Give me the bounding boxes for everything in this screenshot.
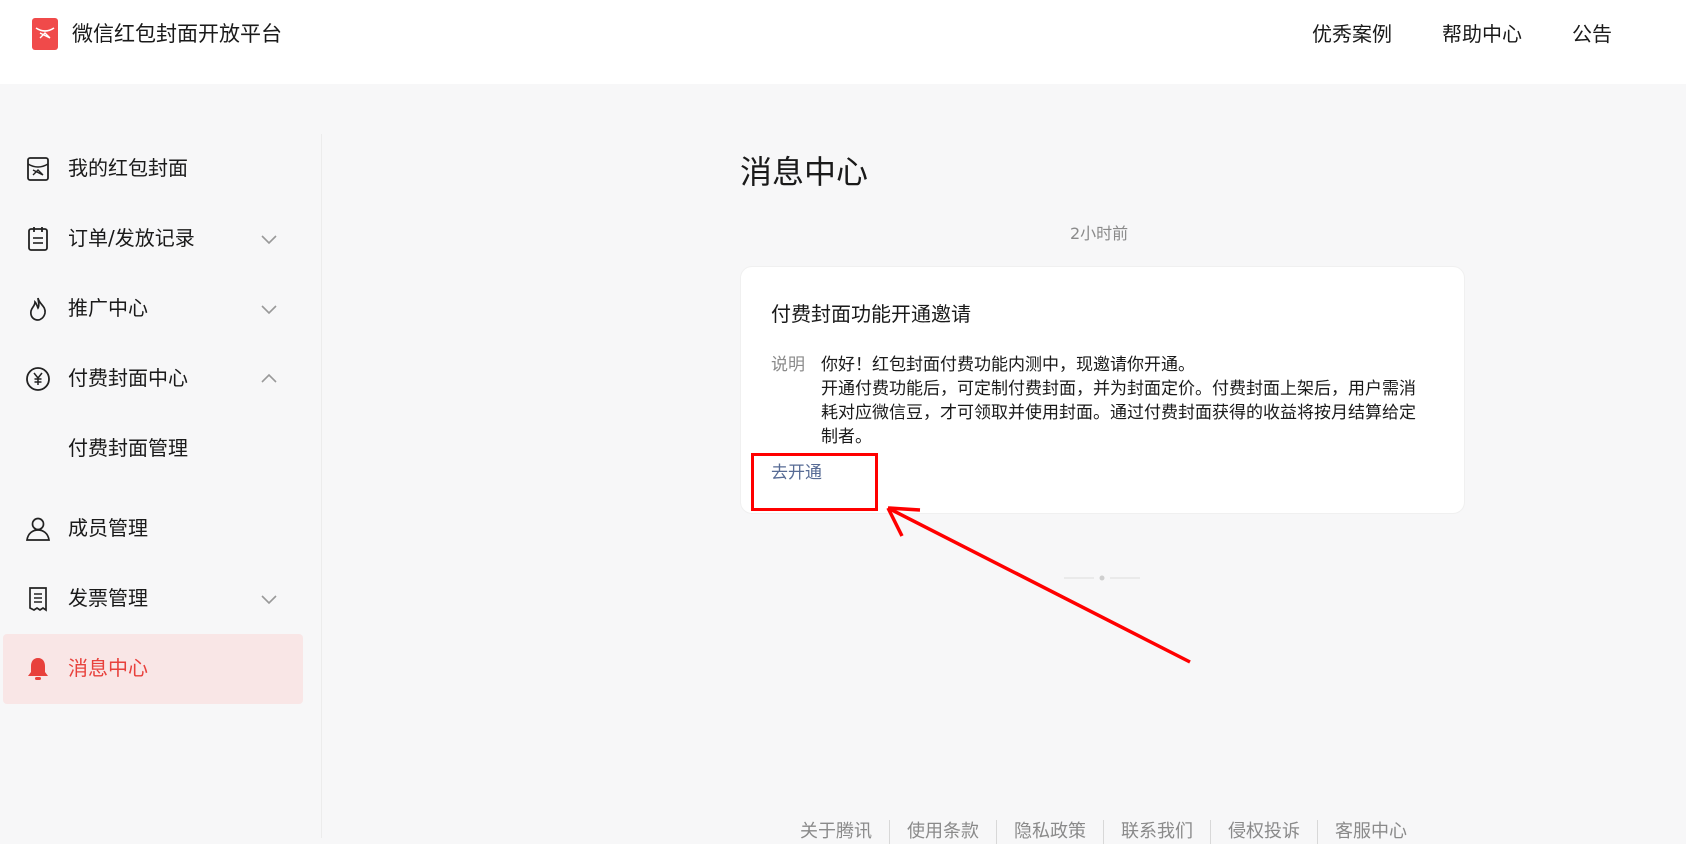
page-title: 消息中心	[740, 153, 869, 191]
sidebar-item-label: 发票管理	[68, 586, 148, 610]
logo-icon[interactable]	[32, 18, 58, 50]
footer-link-infringement[interactable]: 侵权投诉	[1210, 820, 1317, 844]
sidebar-item-messages[interactable]: 消息中心	[3, 634, 303, 704]
nav-showcase-link[interactable]: 优秀案例	[1312, 20, 1392, 48]
yen-icon	[26, 367, 50, 391]
sidebar: 我的红包封面 订单/发放记录 推广中心 付费封面中心 付费封面管理 成员管理 发…	[0, 134, 322, 838]
nav-announcement-link[interactable]: 公告	[1572, 20, 1612, 48]
chevron-down-icon	[261, 595, 277, 605]
chevron-up-icon	[261, 373, 277, 383]
sidebar-item-label: 成员管理	[68, 516, 148, 540]
sidebar-item-invoices[interactable]: 发票管理	[3, 564, 303, 634]
sidebar-item-paid-cover-center[interactable]: 付费封面中心	[3, 344, 303, 414]
nav-help-link[interactable]: 帮助中心	[1442, 20, 1522, 48]
footer-link-about[interactable]: 关于腾讯	[800, 820, 889, 844]
description-line: 开通付费功能后，可定制付费封面，并为封面定价。付费封面上架后，用户需消	[821, 379, 1416, 399]
chevron-down-icon	[261, 305, 277, 315]
description-line: 耗对应微信豆，才可领取并使用封面。通过付费封面获得的收益将按月结算给定	[821, 403, 1416, 423]
sidebar-item-label: 付费封面管理	[68, 436, 188, 460]
end-divider	[1064, 575, 1140, 581]
message-title: 付费封面功能开通邀请	[771, 302, 971, 326]
footer-link-privacy[interactable]: 隐私政策	[996, 820, 1103, 844]
flame-icon	[30, 297, 46, 321]
red-envelope-icon	[27, 157, 49, 181]
annotation-arrow	[886, 506, 1191, 664]
member-icon	[26, 517, 50, 541]
sidebar-item-label: 付费封面中心	[68, 366, 188, 390]
brand-title[interactable]: 微信红包封面开放平台	[72, 20, 282, 48]
chevron-down-icon	[261, 235, 277, 245]
sidebar-item-label: 消息中心	[68, 656, 148, 680]
sidebar-item-my-covers[interactable]: 我的红包封面	[3, 134, 303, 204]
bell-icon	[28, 658, 48, 680]
sidebar-subitem-paid-cover-management[interactable]: 付费封面管理	[3, 414, 303, 484]
sidebar-item-members[interactable]: 成员管理	[3, 494, 303, 564]
top-header: 微信红包封面开放平台 优秀案例 帮助中心 公告	[0, 0, 1686, 84]
sidebar-item-promotion[interactable]: 推广中心	[3, 274, 303, 344]
footer-link-terms[interactable]: 使用条款	[889, 820, 996, 844]
description-line: 制者。	[821, 427, 872, 447]
sidebar-item-orders[interactable]: 订单/发放记录	[3, 204, 303, 274]
footer-link-support[interactable]: 客服中心	[1317, 820, 1424, 844]
message-timestamp: 2小时前	[1070, 224, 1129, 243]
sidebar-item-label: 我的红包封面	[68, 156, 188, 180]
footer-links: 关于腾讯 使用条款 隐私政策 联系我们 侵权投诉 客服中心	[800, 820, 1424, 844]
sidebar-item-label: 订单/发放记录	[68, 226, 195, 250]
description-line: 你好！红包封面付费功能内测中，现邀请你开通。	[821, 355, 1195, 375]
annotation-highlight-box	[751, 453, 878, 511]
order-list-icon	[28, 227, 48, 251]
footer-link-contact[interactable]: 联系我们	[1103, 820, 1210, 844]
sidebar-item-label: 推广中心	[68, 296, 148, 320]
invoice-icon	[29, 587, 47, 612]
description-text: 你好！红包封面付费功能内测中，现邀请你开通。 开通付费功能后，可定制付费封面，并…	[821, 353, 1441, 449]
description-label: 说明	[771, 355, 805, 375]
